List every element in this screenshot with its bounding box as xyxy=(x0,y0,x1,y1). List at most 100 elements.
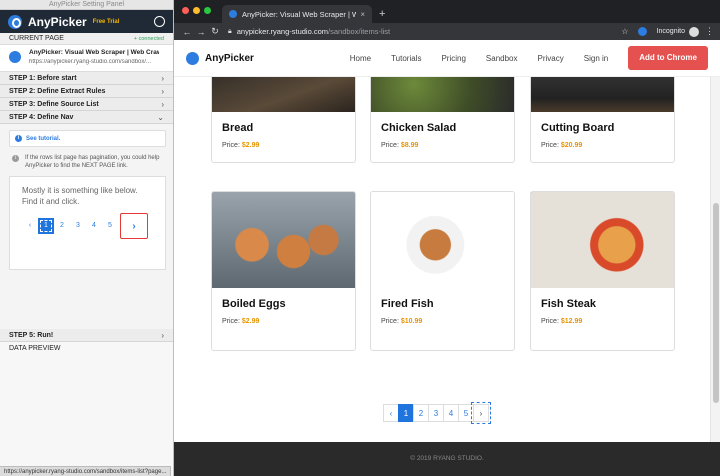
item-price: Price: $2.99 xyxy=(212,142,355,149)
demo-page: 2 xyxy=(60,222,64,229)
nav-privacy[interactable]: Privacy xyxy=(538,54,564,63)
nav-home[interactable]: Home xyxy=(350,54,371,63)
fish-steak-image xyxy=(531,192,674,288)
chevron-down-icon: ⌄ xyxy=(157,112,164,122)
demo-prev-icon: ‹ xyxy=(28,222,32,229)
reload-icon[interactable]: ↻ xyxy=(208,26,222,37)
fired-fish-image xyxy=(371,192,514,288)
scrollbar-thumb[interactable] xyxy=(713,203,719,403)
step-2[interactable]: STEP 2: Define Extract Rules › xyxy=(0,85,173,98)
item-price: Price: $12.99 xyxy=(531,318,674,325)
item-card[interactable]: Boiled Eggs Price: $2.99 xyxy=(211,191,356,351)
incognito-icon[interactable] xyxy=(689,26,699,37)
site-brand[interactable]: AnyPicker xyxy=(205,53,254,64)
pagination: ‹ 1 2 3 4 5 › xyxy=(383,402,491,424)
site-logo-icon[interactable] xyxy=(186,51,199,65)
page-link[interactable]: 5 xyxy=(458,404,474,422)
item-name: Fired Fish xyxy=(381,298,434,310)
tab-bar: AnyPicker: Visual Web Scraper | Web Craw… xyxy=(174,0,720,23)
item-card[interactable]: Bread Price: $2.99 xyxy=(211,77,356,163)
info-icon: i xyxy=(15,135,22,142)
price-value: $8.99 xyxy=(400,142,419,149)
step-label: STEP 4: Define Nav xyxy=(9,113,74,121)
page-link[interactable]: 1 xyxy=(398,404,414,422)
chevron-right-icon: › xyxy=(161,330,164,340)
item-card[interactable]: Fired Fish Price: $10.99 xyxy=(370,191,515,351)
price-value: $10.99 xyxy=(400,318,423,325)
price-label: Price: xyxy=(381,318,399,325)
anypicker-panel: AnyPicker Setting Panel AnyPicker Free T… xyxy=(0,0,174,476)
boiled-eggs-image xyxy=(212,192,355,288)
browser-toolbar: ← → ↻ 🔒︎ anypicker.ryang-studio.com/sand… xyxy=(174,23,720,40)
price-value: $20.99 xyxy=(560,142,583,149)
url-path: /sandbox/items-list xyxy=(328,27,391,36)
nav-sandbox[interactable]: Sandbox xyxy=(486,54,518,63)
user-icon[interactable] xyxy=(154,16,165,27)
page-scrollbar[interactable] xyxy=(710,77,720,442)
demo-pagination: ‹ 1 2 3 4 5 › xyxy=(22,213,153,239)
forward-arrow-icon[interactable]: → xyxy=(194,27,208,37)
step-3[interactable]: STEP 3: Define Source List › xyxy=(0,98,173,111)
tab-favicon-icon xyxy=(229,10,237,18)
pagination-note-text: If the rows list page has pagination, yo… xyxy=(25,155,160,169)
prev-page-icon[interactable]: ‹ xyxy=(383,404,399,422)
step-label: STEP 5: Run! xyxy=(9,331,54,339)
address-bar[interactable]: anypicker.ryang-studio.com/sandbox/items… xyxy=(237,27,622,36)
demo-page: 1 xyxy=(38,218,54,234)
price-label: Price: xyxy=(222,318,240,325)
step-4-body: i See tutorial. i If the rows list page … xyxy=(0,124,173,329)
incognito-label: Incognito xyxy=(656,28,685,35)
item-card[interactable]: Chicken Salad Price: $8.99 xyxy=(370,77,515,163)
screen: AnyPicker Setting Panel AnyPicker Free T… xyxy=(0,0,720,476)
item-card[interactable]: Cutting Board Price: $20.99 xyxy=(530,77,675,163)
nav-sign-in[interactable]: Sign in xyxy=(584,54,608,63)
pagination-note: i If the rows list page has pagination, … xyxy=(9,154,166,170)
nav-pricing[interactable]: Pricing xyxy=(441,54,465,63)
page-link[interactable]: 2 xyxy=(413,404,429,422)
cutting-board-image xyxy=(531,77,674,112)
step-4[interactable]: STEP 4: Define Nav ⌄ xyxy=(0,111,173,124)
back-arrow-icon[interactable]: ← xyxy=(180,27,194,37)
site-nav-links: Home Tutorials Pricing Sandbox Privacy S… xyxy=(330,46,708,70)
items-list: Bread Price: $2.99 Chicken Salad Price: … xyxy=(174,77,710,442)
bookmark-star-icon[interactable]: ☆ xyxy=(621,27,628,36)
chicken-salad-image xyxy=(371,77,514,112)
panel-header: AnyPicker Free Trial xyxy=(0,10,173,33)
page-viewport: AnyPicker Home Tutorials Pricing Sandbox… xyxy=(174,40,720,476)
connected-status: + connected xyxy=(133,36,164,42)
bread-image xyxy=(212,77,355,112)
minimize-window-button[interactable] xyxy=(193,7,200,14)
current-page-header: CURRENT PAGE + connected xyxy=(0,33,173,45)
item-price: Price: $10.99 xyxy=(371,318,514,325)
demo-page: 3 xyxy=(76,222,80,229)
close-tab-icon[interactable]: × xyxy=(360,10,365,19)
step-1[interactable]: STEP 1: Before start › xyxy=(0,72,173,85)
tutorial-link[interactable]: See tutorial. xyxy=(26,136,60,142)
lock-icon: 🔒︎ xyxy=(228,27,232,35)
data-preview-label: DATA PREVIEW xyxy=(9,345,61,352)
maximize-window-button[interactable] xyxy=(204,7,211,14)
page-link[interactable]: 4 xyxy=(443,404,459,422)
step-5[interactable]: STEP 5: Run! › xyxy=(0,329,173,342)
current-page-card: AnyPicker: Visual Web Scraper | Web Craw… xyxy=(0,45,173,72)
item-price: Price: $8.99 xyxy=(371,142,514,149)
close-window-button[interactable] xyxy=(182,7,189,14)
browser-tab[interactable]: AnyPicker: Visual Web Scraper | Web Craw… xyxy=(222,5,372,23)
price-label: Price: xyxy=(381,142,399,149)
trial-badge: Free Trial xyxy=(92,18,120,25)
item-price: Price: $20.99 xyxy=(531,142,674,149)
chevron-right-icon: › xyxy=(161,73,164,83)
nav-tutorials[interactable]: Tutorials xyxy=(391,54,421,63)
site-navbar: AnyPicker Home Tutorials Pricing Sandbox… xyxy=(174,40,720,77)
price-value: $2.99 xyxy=(241,318,260,325)
menu-kebab-icon[interactable]: ⋮ xyxy=(705,26,714,37)
anypicker-extension-icon[interactable] xyxy=(637,27,647,36)
new-tab-button[interactable]: + xyxy=(379,8,385,20)
next-page-icon[interactable]: › xyxy=(471,402,491,424)
page-link[interactable]: 3 xyxy=(428,404,444,422)
current-page-title: AnyPicker: Visual Web Scraper | Web Craw… xyxy=(29,49,159,56)
item-name: Boiled Eggs xyxy=(222,298,286,310)
item-name: Chicken Salad xyxy=(381,122,457,134)
add-to-chrome-button[interactable]: Add to Chrome xyxy=(628,46,708,70)
item-card[interactable]: Fish Steak Price: $12.99 xyxy=(530,191,675,351)
